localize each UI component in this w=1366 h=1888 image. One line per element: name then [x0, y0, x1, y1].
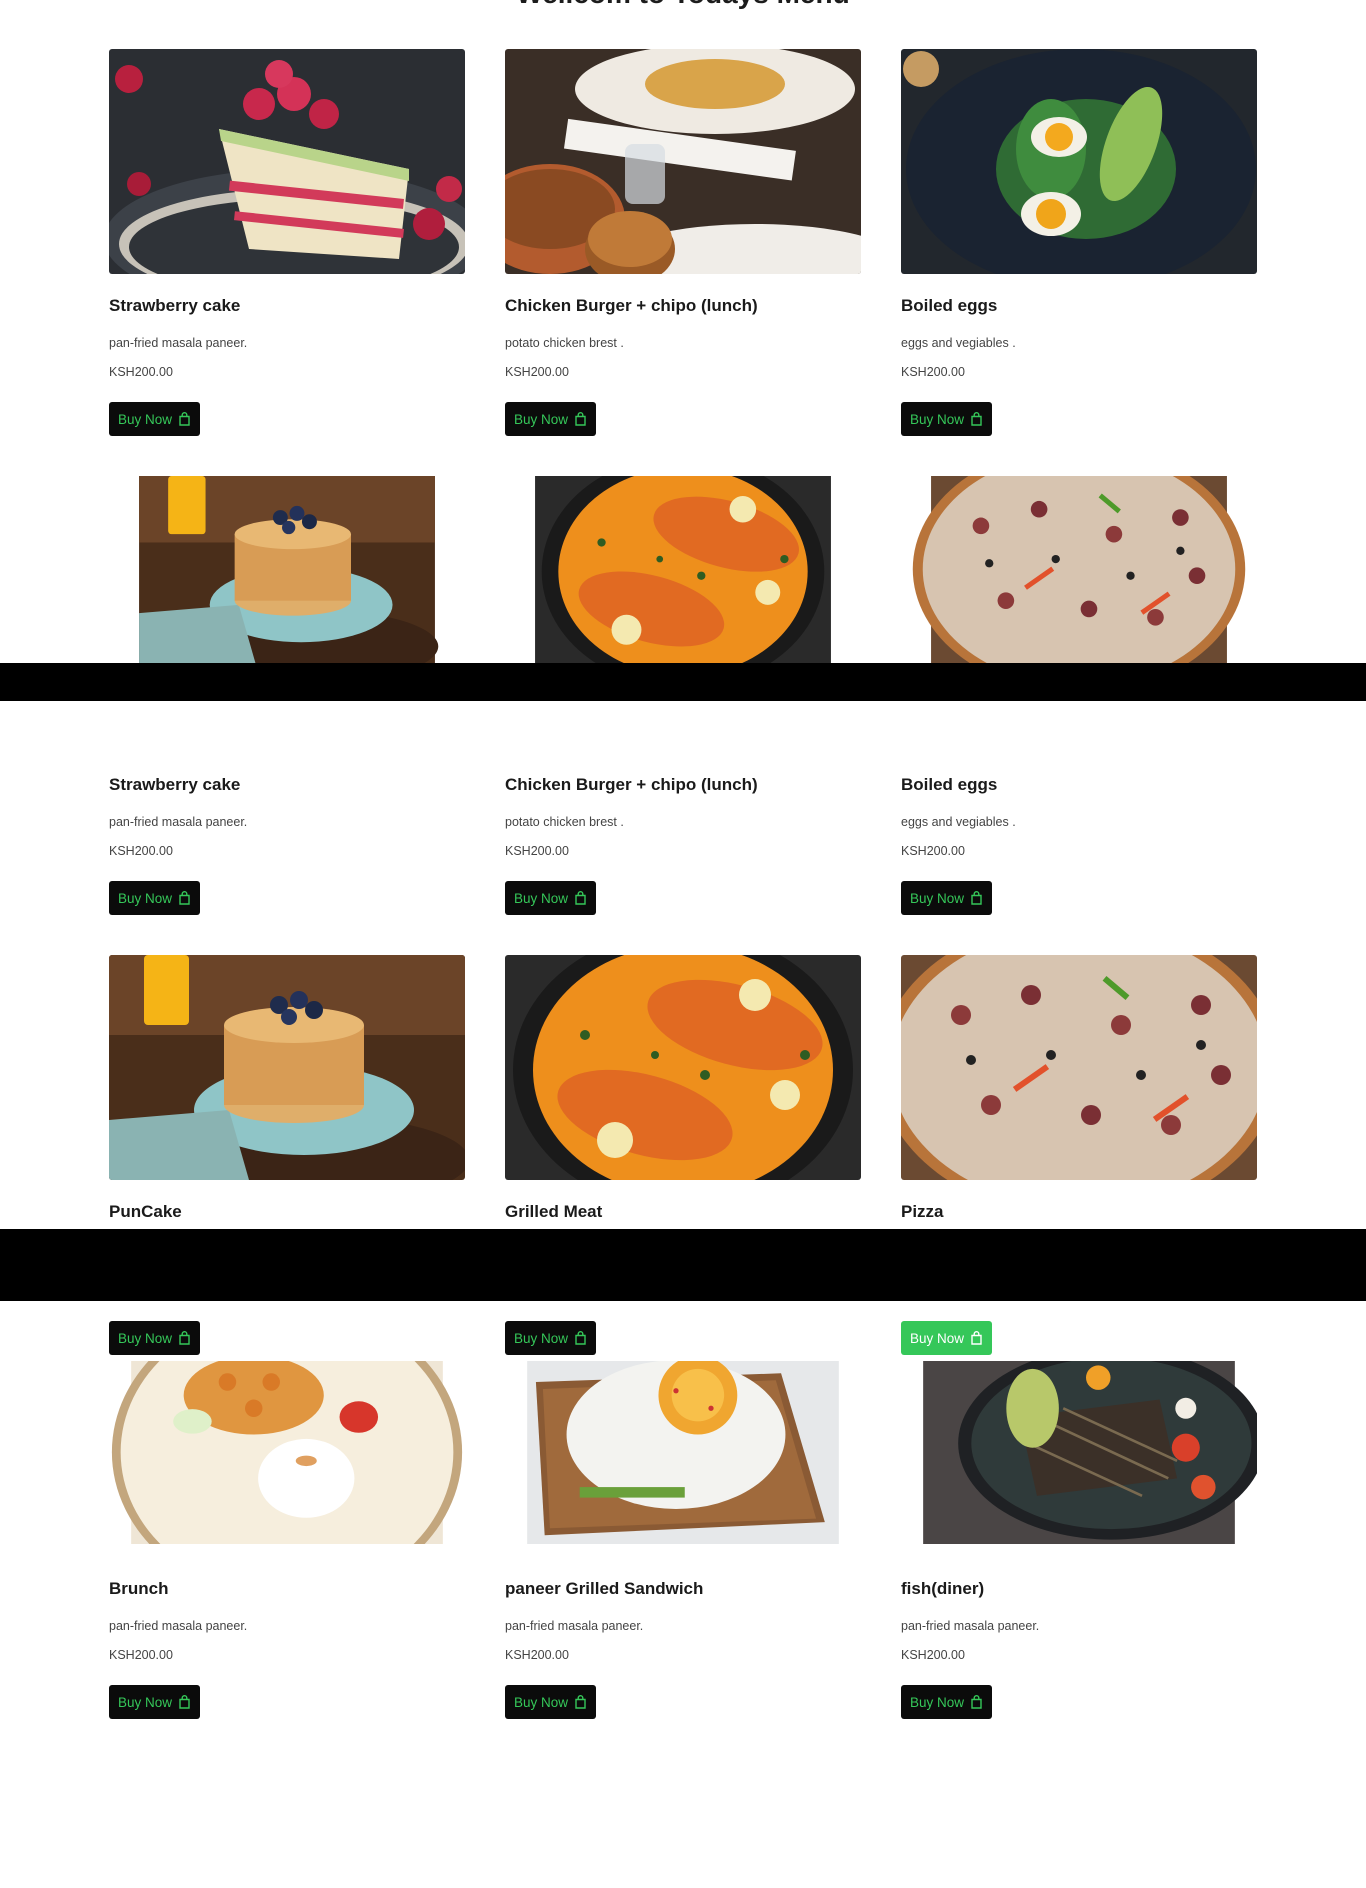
buy-now-button[interactable]: Buy Now — [109, 1321, 200, 1355]
dish-description: potato chicken brest . — [505, 336, 624, 350]
dish-price: KSH200.00 — [505, 365, 569, 379]
dish-price: KSH200.00 — [901, 844, 965, 858]
dish-price: KSH200.00 — [109, 844, 173, 858]
buy-now-label: Buy Now — [513, 1330, 569, 1346]
dish-price: KSH200.00 — [901, 1648, 965, 1662]
buy-now-button[interactable]: Buy Now — [901, 1685, 992, 1719]
dish-description: potato chicken brest . — [505, 815, 624, 829]
buy-now-button[interactable]: Buy Now — [109, 1685, 200, 1719]
dish-name: Boiled eggs — [901, 296, 998, 315]
dish-name: Chicken Burger + chipo (lunch) — [505, 296, 758, 315]
dish-description: pan-fried masala paneer. — [109, 815, 248, 829]
pizza-image — [901, 476, 1257, 663]
grilled-sandwich-image — [505, 1361, 861, 1558]
menu-section-top: Strawberry cake pan-fried masala paneer.… — [0, 0, 1366, 663]
dish-name: PunCake — [109, 1202, 182, 1221]
shopping-bag-icon — [178, 891, 191, 905]
shopping-bag-icon — [970, 1695, 983, 1709]
buy-now-button[interactable]: Buy Now — [505, 402, 596, 436]
grilled-meat-image — [505, 955, 861, 1180]
menu-card: paneer Grilled Sandwich pan-fried masala… — [505, 1361, 861, 1741]
strawberry-cake-image — [109, 701, 465, 753]
buy-now-button[interactable]: Buy Now — [109, 881, 200, 915]
menu-card: Boiled eggs eggs and vegiables . KSH200.… — [901, 49, 1257, 449]
menu-card: Chicken Burger + chipo (lunch) potato ch… — [505, 49, 861, 449]
dish-name: Pizza — [901, 1202, 944, 1221]
dish-description: eggs and vegiables . — [901, 336, 1016, 350]
chicken-burger-image — [505, 49, 861, 274]
chicken-burger-image — [505, 701, 861, 753]
dish-description: eggs and vegiables . — [901, 815, 1016, 829]
shopping-bag-icon — [178, 1331, 191, 1345]
shopping-bag-icon — [178, 1695, 191, 1709]
menu-card: Brunch pan-fried masala paneer. KSH200.0… — [109, 1361, 465, 1741]
shopping-bag-icon — [970, 412, 983, 426]
render-gap-band — [0, 1229, 1366, 1301]
buy-now-label: Buy Now — [513, 1694, 569, 1710]
buy-now-button-hovered[interactable]: Buy Now — [901, 1321, 992, 1355]
brunch-image — [109, 1361, 465, 1558]
render-gap-band — [0, 663, 1366, 701]
buy-now-button[interactable]: Buy Now — [901, 402, 992, 436]
dish-description: pan-fried masala paneer. — [901, 1619, 1040, 1633]
buy-now-label: Buy Now — [117, 411, 173, 427]
buy-now-button[interactable]: Buy Now — [109, 402, 200, 436]
dish-name: Strawberry cake — [109, 775, 241, 794]
shopping-bag-icon — [574, 1695, 587, 1709]
buy-now-button[interactable]: Buy Now — [901, 881, 992, 915]
dish-price: KSH200.00 — [901, 365, 965, 379]
dish-name: Chicken Burger + chipo (lunch) — [505, 775, 758, 794]
grilled-meat-image — [505, 476, 861, 663]
dish-name: Strawberry cake — [109, 296, 241, 315]
boiled-eggs-image — [901, 49, 1257, 274]
boiled-eggs-image — [901, 701, 1257, 753]
dish-description: pan-fried masala paneer. — [109, 336, 248, 350]
menu-section-middle: Strawberry cake pan-fried masala paneer.… — [0, 701, 1366, 1229]
strawberry-cake-image — [109, 49, 465, 274]
dish-name: Grilled Meat — [505, 1202, 603, 1221]
buy-now-label: Buy Now — [513, 890, 569, 906]
shopping-bag-icon — [970, 891, 983, 905]
fish-dinner-image — [901, 1361, 1257, 1558]
dish-price: KSH200.00 — [505, 844, 569, 858]
menu-card: Strawberry cake pan-fried masala paneer.… — [109, 775, 465, 925]
dish-description: pan-fried masala paneer. — [505, 1619, 644, 1633]
shopping-bag-icon — [970, 1331, 983, 1345]
buy-now-label: Buy Now — [909, 1694, 965, 1710]
shopping-bag-icon — [574, 891, 587, 905]
dish-description: pan-fried masala paneer. — [109, 1619, 248, 1633]
dish-price: KSH200.00 — [109, 1648, 173, 1662]
pancake-image — [109, 955, 465, 1180]
buy-now-label: Buy Now — [909, 411, 965, 427]
dish-price: KSH200.00 — [109, 365, 173, 379]
buy-now-label: Buy Now — [909, 1330, 965, 1346]
menu-card: Boiled eggs eggs and vegiables . KSH200.… — [901, 775, 1257, 925]
buy-now-button[interactable]: Buy Now — [505, 1321, 596, 1355]
shopping-bag-icon — [574, 412, 587, 426]
dish-name: paneer Grilled Sandwich — [505, 1579, 704, 1598]
buy-now-label: Buy Now — [909, 890, 965, 906]
dish-price: KSH200.00 — [505, 1648, 569, 1662]
dish-name: Boiled eggs — [901, 775, 998, 794]
buy-now-label: Buy Now — [513, 411, 569, 427]
pancake-image — [109, 476, 465, 663]
shopping-bag-icon — [178, 412, 191, 426]
buy-now-label: Buy Now — [117, 1330, 173, 1346]
menu-card: Pizza — [901, 955, 1257, 1229]
buy-now-label: Buy Now — [117, 890, 173, 906]
dish-name: Brunch — [109, 1579, 169, 1598]
shopping-bag-icon — [574, 1331, 587, 1345]
menu-section-bottom: Buy Now Buy Now Buy Now Brunch pan-fried… — [0, 1301, 1366, 1888]
menu-card: Grilled Meat — [505, 955, 861, 1229]
pizza-image — [901, 955, 1257, 1180]
dish-name: fish(diner) — [901, 1579, 985, 1598]
menu-card: Strawberry cake pan-fried masala paneer.… — [109, 49, 465, 449]
buy-now-button[interactable]: Buy Now — [505, 1685, 596, 1719]
menu-card: PunCake — [109, 955, 465, 1229]
menu-card: Chicken Burger + chipo (lunch) potato ch… — [505, 775, 861, 925]
buy-now-button[interactable]: Buy Now — [505, 881, 596, 915]
menu-card: fish(diner) pan-fried masala paneer. KSH… — [901, 1361, 1257, 1741]
buy-now-label: Buy Now — [117, 1694, 173, 1710]
